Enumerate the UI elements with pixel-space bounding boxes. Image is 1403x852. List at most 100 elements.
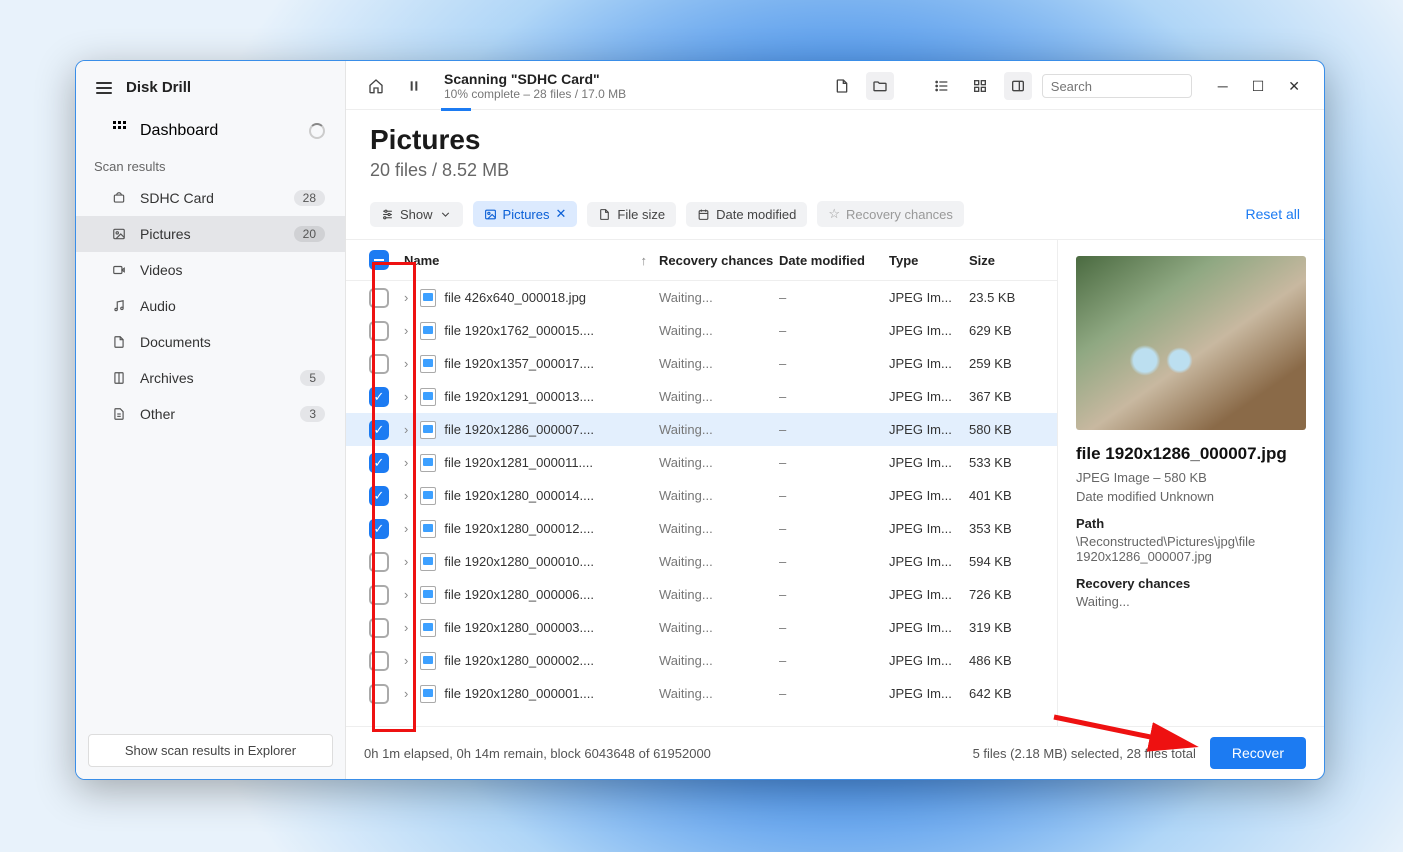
table-row[interactable]: ✓›file 1920x1281_000011....Waiting...–JP… <box>346 446 1057 479</box>
page-title: Pictures <box>370 124 1300 156</box>
show-in-explorer-button[interactable]: Show scan results in Explorer <box>88 734 333 767</box>
folder-icon[interactable] <box>866 72 894 100</box>
sort-asc-icon[interactable]: ↑ <box>641 253 648 268</box>
row-checkbox[interactable]: ✓ <box>369 420 389 440</box>
chevron-right-icon: › <box>404 389 412 404</box>
jpeg-file-icon <box>420 619 436 637</box>
col-type[interactable]: Type <box>889 253 969 268</box>
table-header-row: Name ↑ Recovery chances Date modified Typ… <box>346 240 1057 281</box>
maximize-button[interactable]: ☐ <box>1252 78 1265 95</box>
table-row[interactable]: ›file 1920x1762_000015....Waiting...–JPE… <box>346 314 1057 347</box>
table-row[interactable]: ›file 1920x1280_000001....Waiting...–JPE… <box>346 677 1057 710</box>
row-checkbox[interactable]: ✓ <box>369 486 389 506</box>
table-row[interactable]: ✓›file 1920x1291_000013....Waiting...–JP… <box>346 380 1057 413</box>
sidebar-item-other[interactable]: Other3 <box>76 396 345 432</box>
sidebar-item-label: Pictures <box>140 226 191 242</box>
row-checkbox[interactable]: ✓ <box>369 453 389 473</box>
list-view-icon[interactable] <box>928 72 956 100</box>
cell-date: – <box>779 653 889 668</box>
grid-view-icon[interactable] <box>966 72 994 100</box>
chevron-right-icon: › <box>404 521 412 536</box>
row-checkbox[interactable] <box>369 288 389 308</box>
recover-button[interactable]: Recover <box>1210 737 1306 769</box>
table-row[interactable]: ›file 1920x1280_000010....Waiting...–JPE… <box>346 545 1057 578</box>
file-name: file 1920x1280_000003.... <box>444 620 594 635</box>
preview-image <box>1076 256 1306 430</box>
cell-size: 486 KB <box>969 653 1049 668</box>
date-filter-chip[interactable]: Date modified <box>686 202 807 227</box>
remove-filter-icon[interactable]: ✕ <box>556 206 567 222</box>
search-input[interactable] <box>1051 79 1227 94</box>
sidebar-item-audio[interactable]: Audio <box>76 288 345 324</box>
col-size[interactable]: Size <box>969 253 1049 268</box>
row-checkbox[interactable] <box>369 585 389 605</box>
reset-all-link[interactable]: Reset all <box>1246 206 1300 222</box>
table-row[interactable]: ›file 1920x1357_000017....Waiting...–JPE… <box>346 347 1057 380</box>
table-row[interactable]: ›file 426x640_000018.jpgWaiting...–JPEG … <box>346 281 1057 314</box>
row-checkbox[interactable]: ✓ <box>369 387 389 407</box>
file-name: file 1920x1280_000001.... <box>444 686 594 701</box>
panel-toggle-icon[interactable] <box>1004 72 1032 100</box>
row-checkbox[interactable] <box>369 618 389 638</box>
sidebar-item-archives[interactable]: Archives5 <box>76 360 345 396</box>
row-checkbox[interactable] <box>369 552 389 572</box>
cell-type: JPEG Im... <box>889 653 969 668</box>
category-icon <box>110 333 128 351</box>
table-row[interactable]: ✓›file 1920x1280_000012....Waiting...–JP… <box>346 512 1057 545</box>
detail-path-label: Path <box>1076 516 1306 531</box>
pictures-filter-chip[interactable]: Pictures ✕ <box>473 201 578 227</box>
body-row: Name ↑ Recovery chances Date modified Typ… <box>346 240 1324 726</box>
jpeg-file-icon <box>420 520 436 538</box>
category-icon <box>110 297 128 315</box>
row-checkbox[interactable] <box>369 651 389 671</box>
minimize-button[interactable]: ─ <box>1218 78 1228 95</box>
scan-results-label: Scan results <box>76 151 345 180</box>
hamburger-icon[interactable] <box>96 82 112 94</box>
sidebar-item-label: Audio <box>140 298 176 314</box>
row-checkbox[interactable] <box>369 321 389 341</box>
file-icon[interactable] <box>828 72 856 100</box>
file-name: file 1920x1762_000015.... <box>444 323 594 338</box>
table-row[interactable]: ›file 1920x1280_000003....Waiting...–JPE… <box>346 611 1057 644</box>
row-checkbox[interactable] <box>369 684 389 704</box>
row-checkbox[interactable] <box>369 354 389 374</box>
recovery-filter-chip[interactable]: ☆ Recovery chances <box>817 201 964 227</box>
pause-icon[interactable] <box>400 72 428 100</box>
search-box[interactable] <box>1042 74 1192 98</box>
scan-progress-text: 0h 1m elapsed, 0h 14m remain, block 6043… <box>364 746 711 761</box>
filesize-filter-chip[interactable]: File size <box>587 202 676 227</box>
col-name[interactable]: Name <box>404 253 439 268</box>
detail-date: Date modified Unknown <box>1076 489 1306 504</box>
chevron-right-icon: › <box>404 356 412 371</box>
cell-size: 319 KB <box>969 620 1049 635</box>
jpeg-file-icon <box>420 289 436 307</box>
row-checkbox[interactable]: ✓ <box>369 519 389 539</box>
sidebar-item-videos[interactable]: Videos <box>76 252 345 288</box>
table-row[interactable]: ✓›file 1920x1280_000014....Waiting...–JP… <box>346 479 1057 512</box>
table-row[interactable]: ›file 1920x1280_000006....Waiting...–JPE… <box>346 578 1057 611</box>
sidebar: Disk Drill Dashboard Scan results SDHC C… <box>76 61 346 779</box>
col-date[interactable]: Date modified <box>779 253 889 268</box>
jpeg-file-icon <box>420 487 436 505</box>
close-button[interactable]: ✕ <box>1288 78 1300 95</box>
sidebar-item-label: Videos <box>140 262 183 278</box>
cell-size: 594 KB <box>969 554 1049 569</box>
sidebar-item-sdhc-card[interactable]: SDHC Card28 <box>76 180 345 216</box>
detail-pane: file 1920x1286_000007.jpg JPEG Image – 5… <box>1058 240 1324 726</box>
table-row[interactable]: ›file 1920x1280_000002....Waiting...–JPE… <box>346 644 1057 677</box>
count-badge: 20 <box>294 226 325 242</box>
cell-size: 580 KB <box>969 422 1049 437</box>
col-recovery[interactable]: Recovery chances <box>659 253 779 268</box>
sidebar-item-documents[interactable]: Documents <box>76 324 345 360</box>
table-row[interactable]: ✓›file 1920x1286_000007....Waiting...–JP… <box>346 413 1057 446</box>
sidebar-header: Disk Drill <box>76 61 345 110</box>
sidebar-item-pictures[interactable]: Pictures 20 <box>76 216 345 252</box>
show-filter-chip[interactable]: Show <box>370 202 463 227</box>
select-all-checkbox[interactable] <box>369 250 389 270</box>
sidebar-item-dashboard[interactable]: Dashboard <box>76 110 345 151</box>
count-badge: 3 <box>300 406 325 422</box>
jpeg-file-icon <box>420 454 436 472</box>
cell-size: 23.5 KB <box>969 290 1049 305</box>
home-icon[interactable] <box>362 72 390 100</box>
cell-recovery: Waiting... <box>659 521 779 536</box>
